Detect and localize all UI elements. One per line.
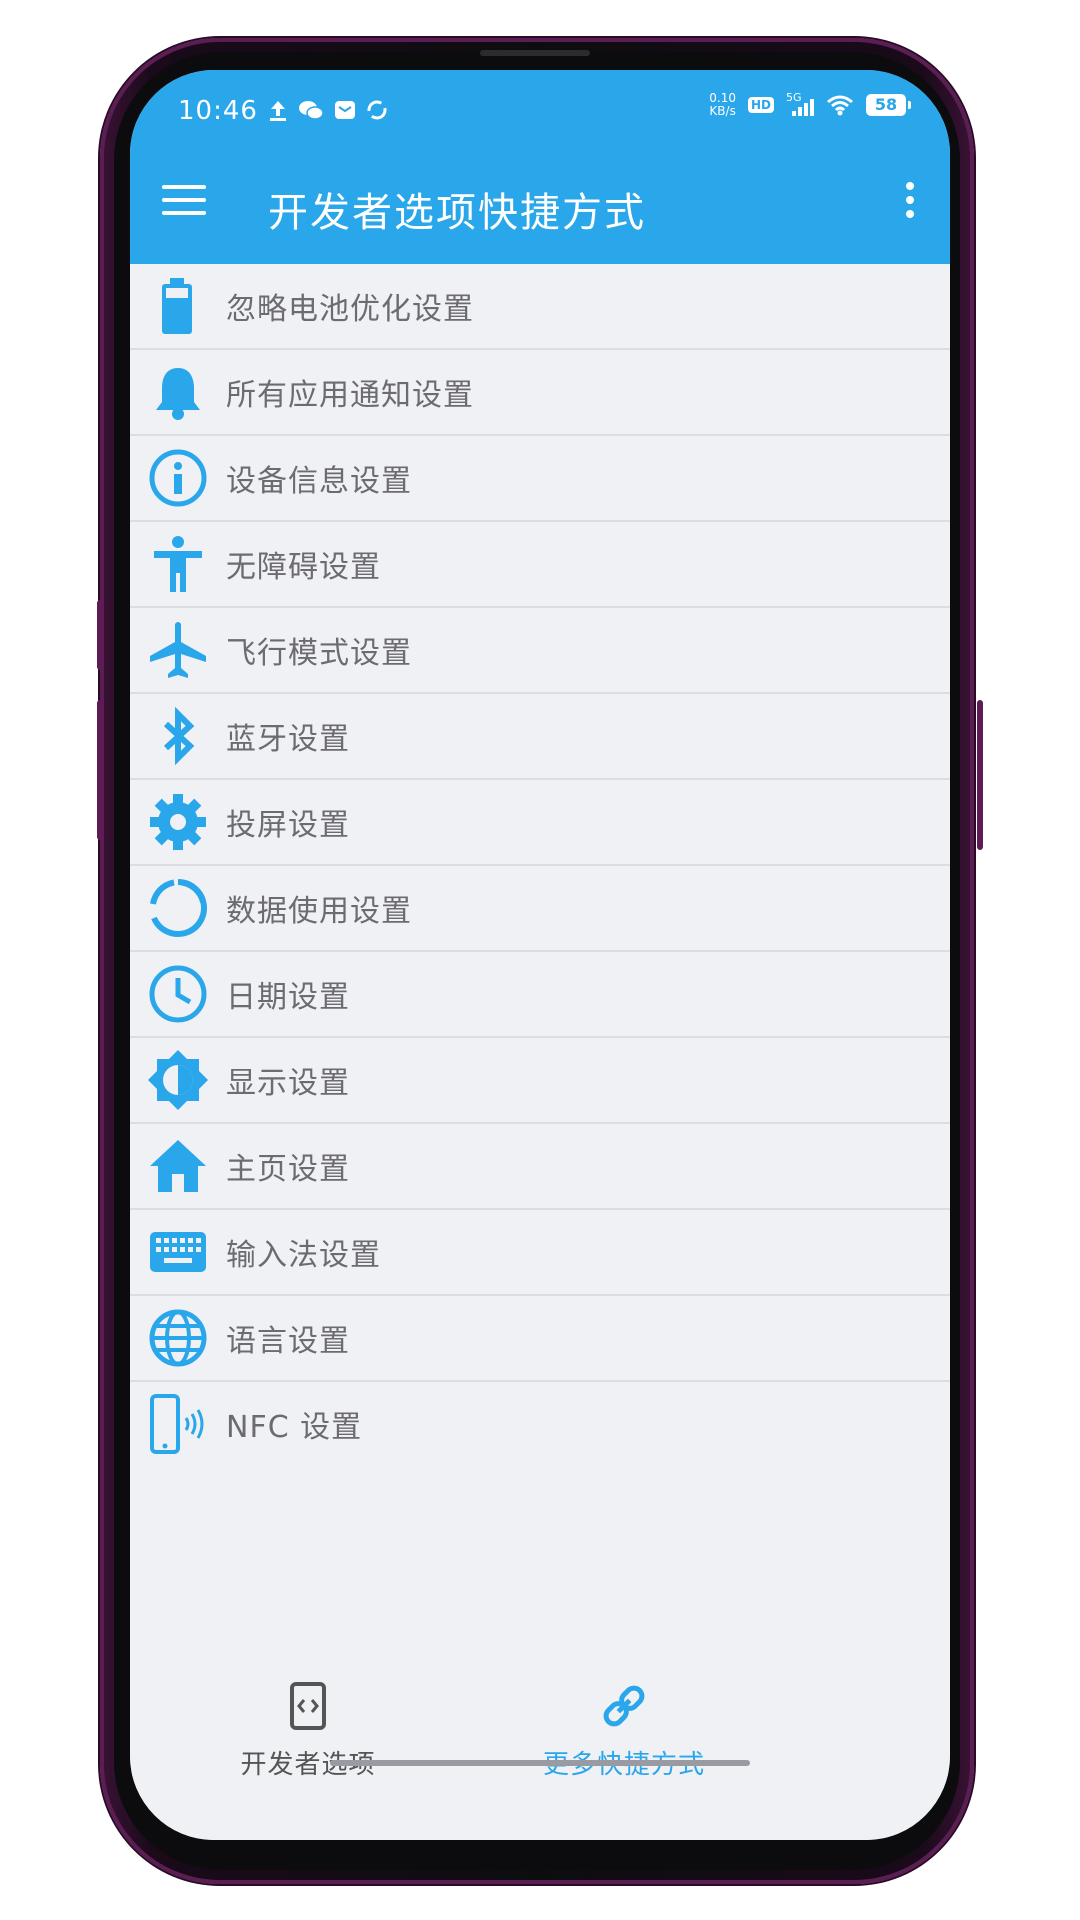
phone-side-button — [97, 600, 103, 670]
accessibility-icon — [154, 536, 202, 592]
bluetooth-icon — [163, 706, 195, 766]
keyboard-icon — [150, 1232, 206, 1272]
developer-mode-icon — [290, 1682, 326, 1730]
list-item-notifications[interactable]: 所有应用通知设置 — [130, 350, 950, 436]
list-item-label: 语言设置 — [226, 1324, 350, 1359]
app-bar: 10:46 0.10 KB/s HD 5G 58 开发者选项快捷方式 — [130, 70, 950, 264]
airplane-icon — [150, 622, 206, 678]
net-speed: 0.10 KB/s — [709, 92, 736, 118]
phone-side-button — [977, 700, 983, 850]
list-item-bluetooth[interactable]: 蓝牙设置 — [130, 694, 950, 780]
list-item-battery-optimization[interactable]: 忽略电池优化设置 — [130, 264, 950, 350]
list-item-home[interactable]: 主页设置 — [130, 1124, 950, 1210]
list-item-label: 数据使用设置 — [226, 894, 412, 929]
more-vert-icon — [906, 196, 914, 204]
system-icons: 0.10 KB/s HD 5G 58 — [709, 91, 911, 118]
hamburger-menu-icon — [162, 211, 206, 215]
list-item-airplane-mode[interactable]: 飞行模式设置 — [130, 608, 950, 694]
battery-icon — [162, 278, 192, 334]
hamburger-menu-icon — [162, 198, 206, 202]
gear-icon — [150, 794, 206, 850]
data-usage-icon — [150, 879, 207, 937]
list-item-display[interactable]: 显示设置 — [130, 1038, 950, 1124]
globe-icon — [149, 1309, 207, 1367]
sync-icon — [367, 100, 387, 120]
more-vert-icon — [906, 210, 914, 218]
signal-bars-icon — [792, 99, 814, 116]
nav-developer-options[interactable]: 开发者选项 — [158, 1682, 458, 1782]
hd-badge: HD — [747, 97, 774, 113]
list-item-label: 投屏设置 — [226, 808, 350, 843]
list-item-language[interactable]: 语言设置 — [130, 1296, 950, 1382]
list-item-input-method[interactable]: 输入法设置 — [130, 1210, 950, 1296]
battery-indicator: 58 — [866, 94, 911, 116]
list-item-label: 主页设置 — [226, 1152, 350, 1187]
brightness-icon — [148, 1050, 208, 1110]
page-title: 开发者选项快捷方式 — [268, 190, 646, 236]
link-icon — [603, 1685, 645, 1727]
net-speed-unit: KB/s — [709, 104, 736, 118]
status-bar: 10:46 0.10 KB/s HD 5G 58 — [130, 70, 950, 150]
bottom-navigation: 开发者选项 更多快捷方式 — [130, 1670, 950, 1840]
nav-more-shortcuts[interactable]: 更多快捷方式 — [474, 1682, 774, 1782]
list-item-device-info[interactable]: 设备信息设置 — [130, 436, 950, 522]
upload-icon — [270, 101, 286, 121]
list-item-label: 输入法设置 — [226, 1238, 381, 1273]
shortcut-list: 忽略电池优化设置 所有应用通知设置 设备信息设置 无障碍设置 飞行模式设置 蓝牙… — [130, 264, 950, 1466]
wifi-icon — [827, 95, 853, 116]
screen: 10:46 0.10 KB/s HD 5G 58 开发者选项快捷方式 忽略电池优… — [130, 70, 950, 1840]
list-item-label: 日期设置 — [226, 980, 350, 1015]
info-icon — [149, 449, 207, 507]
nfc-icon — [150, 1394, 204, 1454]
hamburger-menu-icon — [162, 185, 206, 189]
more-vert-icon — [906, 182, 914, 190]
notification-icons — [268, 98, 388, 122]
phone-side-button — [97, 700, 103, 840]
status-time: 10:46 — [178, 96, 258, 126]
bell-icon — [156, 368, 200, 420]
list-item-accessibility[interactable]: 无障碍设置 — [130, 522, 950, 608]
clock-icon — [149, 965, 207, 1023]
list-item-label: 所有应用通知设置 — [226, 378, 474, 413]
list-item-label: 飞行模式设置 — [226, 636, 412, 671]
message-icon — [335, 101, 355, 119]
menu-button[interactable] — [162, 185, 206, 221]
list-item-label: NFC 设置 — [226, 1410, 363, 1445]
home-indicator[interactable] — [330, 1760, 750, 1766]
wechat-icon — [299, 101, 324, 120]
list-item-label: 蓝牙设置 — [226, 722, 350, 757]
home-icon — [150, 1140, 206, 1192]
list-item-label: 显示设置 — [226, 1066, 350, 1101]
list-item-data-usage[interactable]: 数据使用设置 — [130, 866, 950, 952]
list-item-nfc[interactable]: NFC 设置 — [130, 1382, 950, 1466]
list-item-date[interactable]: 日期设置 — [130, 952, 950, 1038]
list-item-cast[interactable]: 投屏设置 — [130, 780, 950, 866]
cell-signal: 5G — [786, 91, 814, 117]
list-item-label: 忽略电池优化设置 — [226, 292, 474, 327]
list-item-label: 无障碍设置 — [226, 550, 381, 585]
more-options-button[interactable] — [900, 182, 920, 226]
list-item-label: 设备信息设置 — [226, 464, 412, 499]
phone-speaker — [480, 50, 590, 56]
